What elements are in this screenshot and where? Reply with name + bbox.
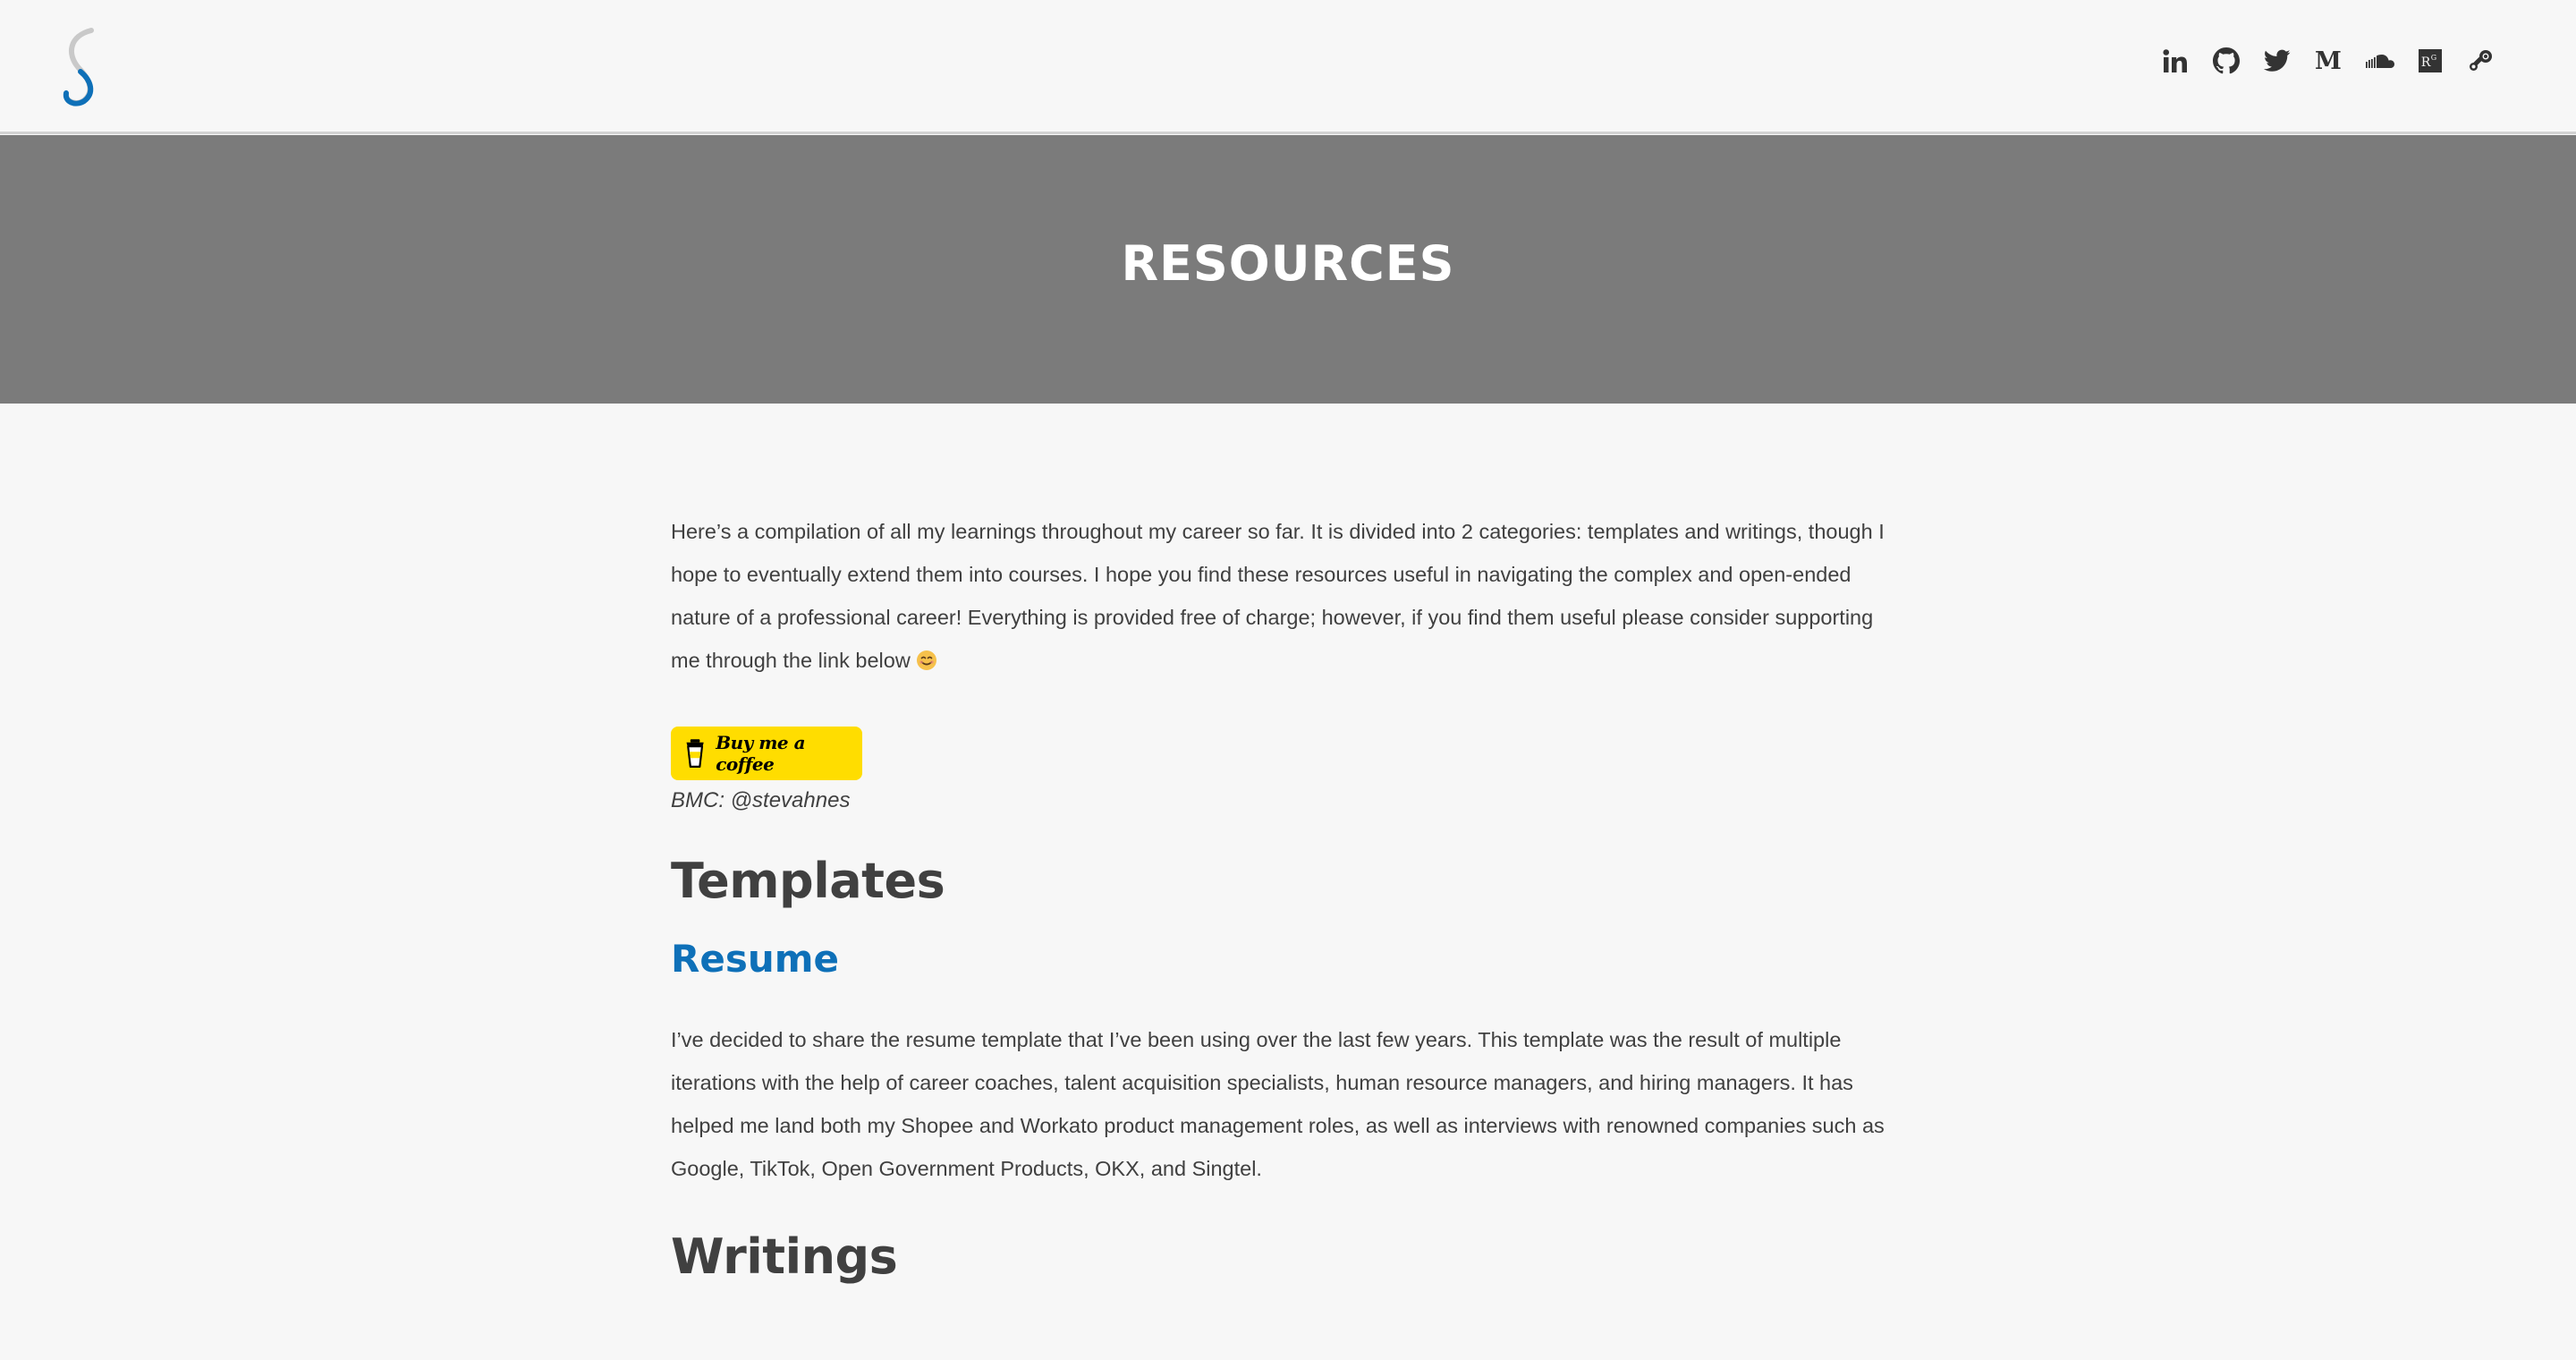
templates-heading: Templates [671, 853, 945, 909]
twitter-link[interactable] [2251, 39, 2302, 82]
medium-icon: M [2315, 49, 2342, 72]
coffee-cup-icon [686, 739, 704, 768]
bmc-handle: BMC: @stevahnes [671, 788, 851, 812]
buy-me-a-coffee-button[interactable]: Buy me a coffee [671, 727, 862, 780]
coffee-button-label: Buy me a coffee [716, 732, 806, 775]
twitter-icon [2263, 49, 2290, 72]
steam-icon [2469, 50, 2492, 71]
svg-text:R: R [2420, 55, 2430, 70]
site-header: M R G [0, 0, 2576, 134]
resume-paragraph: I’ve decided to share the resume templat… [671, 1028, 1885, 1180]
linkedin-icon [2162, 49, 2187, 72]
soundcloud-link[interactable] [2353, 39, 2404, 82]
medium-link[interactable]: M [2302, 39, 2353, 82]
smiling-face-icon [917, 650, 937, 670]
linkedin-link[interactable] [2149, 39, 2200, 82]
page-title: RESOURCES [1121, 234, 1455, 292]
writings-heading: Writings [671, 1228, 898, 1285]
intro-paragraph: Here’s a compilation of all my learnings… [671, 510, 1905, 682]
logo-s-icon [63, 28, 94, 106]
researchgate-icon: R G [2418, 49, 2442, 72]
main-content: Here’s a compilation of all my learnings… [671, 510, 1905, 1288]
social-links: M R G [2149, 39, 2506, 82]
steam-link[interactable] [2455, 39, 2506, 82]
site-logo[interactable] [54, 23, 116, 109]
hero-banner: RESOURCES [0, 135, 2576, 404]
intro-text: Here’s a compilation of all my learnings… [671, 520, 1885, 672]
svg-text:M: M [2315, 49, 2342, 72]
svg-text:G: G [2430, 54, 2436, 62]
resume-heading-link[interactable]: Resume [671, 934, 1905, 984]
github-link[interactable] [2200, 39, 2251, 82]
github-icon [2212, 47, 2240, 74]
researchgate-link[interactable]: R G [2404, 39, 2455, 82]
soundcloud-icon [2365, 55, 2394, 68]
